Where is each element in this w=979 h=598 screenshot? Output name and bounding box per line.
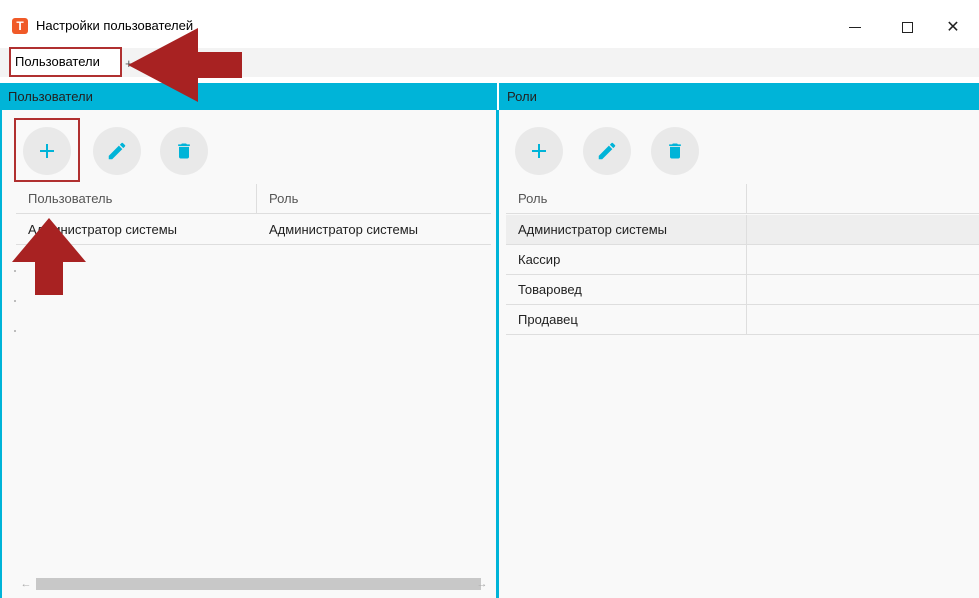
column-header-role[interactable]: Роль bbox=[257, 184, 491, 214]
roles-panel-header: Роли bbox=[499, 83, 979, 110]
column-separator bbox=[746, 305, 747, 335]
users-panel-header: Пользователи bbox=[0, 83, 497, 110]
minimize-icon bbox=[849, 26, 861, 28]
add-icon bbox=[532, 144, 546, 158]
users-table-header: Пользователь Роль bbox=[16, 184, 491, 214]
table-row[interactable]: Кассир bbox=[506, 245, 979, 275]
column-separator bbox=[746, 275, 747, 305]
annotation-arrow-left-icon bbox=[128, 28, 242, 102]
column-separator bbox=[746, 245, 747, 275]
close-icon: ✕ bbox=[946, 19, 960, 36]
menu-tab-users[interactable]: Пользователи bbox=[9, 47, 122, 77]
edit-role-button[interactable] bbox=[583, 127, 631, 175]
minimize-button[interactable] bbox=[832, 12, 878, 42]
delete-user-button[interactable] bbox=[160, 127, 208, 175]
scroll-right-icon[interactable]: → bbox=[474, 576, 490, 592]
column-header-user[interactable]: Пользователь bbox=[16, 184, 256, 214]
delete-icon bbox=[669, 143, 681, 159]
add-role-button[interactable] bbox=[515, 127, 563, 175]
edit-user-button[interactable] bbox=[93, 127, 141, 175]
edit-icon bbox=[598, 142, 616, 160]
table-row[interactable]: Товаровед bbox=[506, 275, 979, 305]
scroll-left-icon[interactable]: ← bbox=[18, 576, 34, 592]
close-button[interactable]: ✕ bbox=[930, 12, 976, 42]
user-role-cell: Администратор системы bbox=[269, 222, 418, 237]
roles-table-header: Роль bbox=[506, 184, 979, 214]
role-cell: Администратор системы bbox=[518, 222, 667, 237]
column-header-role[interactable]: Роль bbox=[506, 184, 746, 214]
column-separator bbox=[746, 215, 747, 245]
maximize-button[interactable] bbox=[884, 12, 930, 42]
edit-icon bbox=[108, 142, 126, 160]
role-cell: Товаровед bbox=[518, 282, 582, 297]
delete-icon bbox=[178, 143, 190, 159]
table-row[interactable]: Администратор системы bbox=[506, 215, 979, 245]
delete-role-button[interactable] bbox=[651, 127, 699, 175]
role-cell: Продавец bbox=[518, 312, 578, 327]
role-cell: Кассир bbox=[518, 252, 561, 267]
panel-splitter[interactable] bbox=[496, 110, 499, 598]
app-logo-icon: T bbox=[12, 18, 28, 34]
table-row[interactable]: Продавец bbox=[506, 305, 979, 335]
scroll-thumb[interactable] bbox=[36, 578, 481, 590]
add-button-highlight bbox=[14, 118, 80, 182]
maximize-icon bbox=[901, 21, 913, 33]
annotation-arrow-up-icon bbox=[12, 218, 86, 295]
column-separator[interactable] bbox=[746, 184, 747, 214]
users-horizontal-scrollbar[interactable]: ← → bbox=[18, 576, 490, 592]
